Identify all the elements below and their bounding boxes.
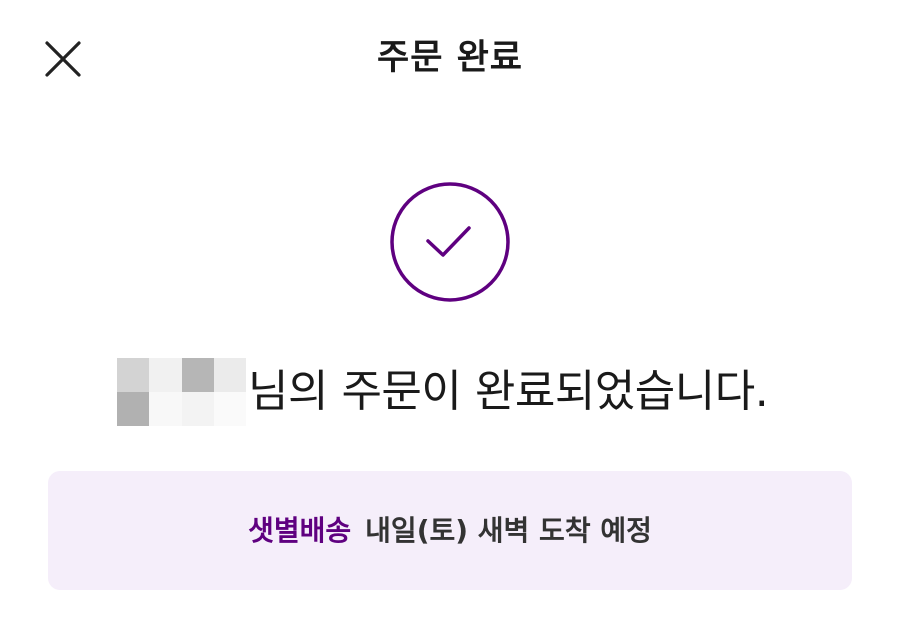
header: 주문 완료: [0, 0, 900, 116]
completion-message-text: 님의 주문이 완료되었습니다.: [248, 366, 769, 417]
order-complete-screen: 주문 완료 님의 주문이 완료되었습니다. 샛별배송 내일(토) 새벽 도착 예정: [0, 0, 900, 622]
close-icon: [45, 41, 81, 77]
delivery-eta-text: 내일(토) 새벽 도착 예정: [365, 514, 652, 547]
check-circle-icon: [389, 181, 511, 303]
page-title: 주문 완료: [377, 38, 523, 78]
delivery-info-box: 샛별배송 내일(토) 새벽 도착 예정: [48, 471, 852, 590]
customer-name-redacted: [117, 358, 246, 426]
delivery-type-label: 샛별배송: [248, 514, 352, 547]
close-button[interactable]: [38, 34, 88, 84]
completion-message: 님의 주문이 완료되었습니다.: [0, 356, 900, 428]
